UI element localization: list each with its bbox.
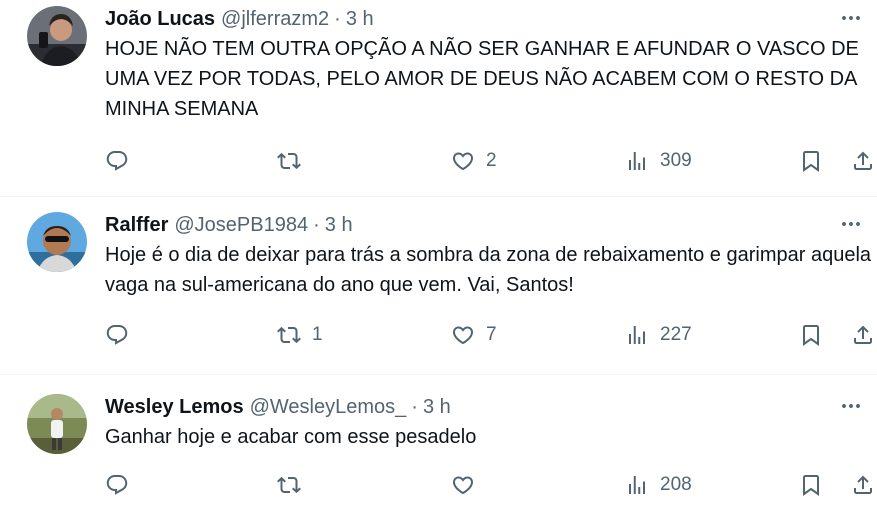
reply-icon	[105, 323, 129, 347]
share-icon	[851, 323, 875, 347]
timeline: João Lucas @jlferrazm2 · 3 h HOJE NÃO TE…	[0, 0, 877, 519]
bookmark-icon	[799, 323, 823, 347]
views-icon	[625, 323, 649, 347]
retweet-icon	[277, 149, 301, 173]
reply-icon	[105, 473, 129, 497]
more-button[interactable]	[837, 394, 865, 418]
more-button[interactable]	[837, 212, 865, 236]
views-icon	[625, 149, 649, 173]
tweet-text: Hoje é o dia de deixar para trás a sombr…	[105, 244, 877, 296]
view-count: 227	[660, 324, 692, 345]
avatar-image	[27, 212, 87, 272]
tweet[interactable]: Wesley Lemos @WesleyLemos_ · 3 h Ganhar …	[0, 375, 877, 519]
like-button[interactable]: 2	[451, 146, 497, 176]
tweet-text: HOJE NÃO TEM OUTRA OPÇÃO A NÃO SER GANHA…	[105, 38, 865, 120]
avatar-image	[27, 6, 87, 66]
author-name[interactable]: João Lucas	[105, 6, 215, 32]
avatar[interactable]	[27, 6, 87, 66]
tweet-header: João Lucas @jlferrazm2 · 3 h	[105, 6, 877, 32]
tweet[interactable]: Ralffer @JosePB1984 · 3 h Hoje é o dia d…	[0, 197, 877, 375]
separator-dot: ·	[411, 396, 418, 418]
reply-icon	[105, 149, 129, 173]
like-count: 7	[486, 324, 497, 345]
separator-dot: ·	[334, 8, 341, 30]
tweet-header: Ralffer @JosePB1984 · 3 h	[105, 212, 877, 238]
retweet-icon	[277, 323, 301, 347]
views-button[interactable]: 309	[625, 146, 692, 176]
author-handle[interactable]: @jlferrazm2	[221, 6, 329, 32]
bookmark-button[interactable]	[799, 146, 823, 176]
bookmark-icon	[799, 149, 823, 173]
timestamp[interactable]: 3 h	[325, 212, 353, 238]
author-name[interactable]: Wesley Lemos	[105, 394, 244, 420]
retweet-icon	[277, 473, 301, 497]
tweet-header: Wesley Lemos @WesleyLemos_ · 3 h	[105, 394, 877, 420]
like-button[interactable]: 7	[451, 320, 497, 350]
avatar[interactable]	[27, 394, 87, 454]
reply-button[interactable]	[105, 320, 129, 350]
retweet-button[interactable]	[277, 470, 301, 500]
more-icon	[839, 6, 863, 30]
action-bar: 208	[105, 470, 877, 500]
share-button[interactable]	[851, 320, 875, 350]
share-icon	[851, 149, 875, 173]
separator-dot: ·	[313, 214, 320, 236]
tweet-text: Ganhar hoje e acabar com esse pesadelo	[105, 426, 477, 448]
reply-button[interactable]	[105, 470, 129, 500]
avatar-image	[27, 394, 87, 454]
heart-icon	[451, 149, 475, 173]
retweet-button[interactable]: 1	[277, 320, 323, 350]
timestamp[interactable]: 3 h	[346, 6, 374, 32]
more-icon	[839, 394, 863, 418]
reply-button[interactable]	[105, 146, 129, 176]
heart-icon	[451, 323, 475, 347]
timestamp[interactable]: 3 h	[423, 394, 451, 420]
view-count: 309	[660, 150, 692, 171]
share-button[interactable]	[851, 146, 875, 176]
bookmark-button[interactable]	[799, 320, 823, 350]
author-handle[interactable]: @WesleyLemos_	[250, 394, 407, 420]
share-button[interactable]	[851, 470, 875, 500]
views-icon	[625, 473, 649, 497]
share-icon	[851, 473, 875, 497]
views-button[interactable]: 227	[625, 320, 692, 350]
author-name[interactable]: Ralffer	[105, 212, 168, 238]
view-count: 208	[660, 474, 692, 495]
action-bar: 1 7 227	[105, 320, 877, 350]
more-button[interactable]	[837, 6, 865, 30]
avatar[interactable]	[27, 212, 87, 272]
bookmark-button[interactable]	[799, 470, 823, 500]
like-button[interactable]	[451, 470, 475, 500]
author-handle[interactable]: @JosePB1984	[174, 212, 308, 238]
more-icon	[839, 212, 863, 236]
heart-icon	[451, 473, 475, 497]
tweet[interactable]: João Lucas @jlferrazm2 · 3 h HOJE NÃO TE…	[0, 0, 877, 197]
like-count: 2	[486, 150, 497, 171]
retweet-count: 1	[312, 324, 323, 345]
action-bar: 2 309	[105, 146, 877, 176]
bookmark-icon	[799, 473, 823, 497]
retweet-button[interactable]	[277, 146, 301, 176]
views-button[interactable]: 208	[625, 470, 692, 500]
